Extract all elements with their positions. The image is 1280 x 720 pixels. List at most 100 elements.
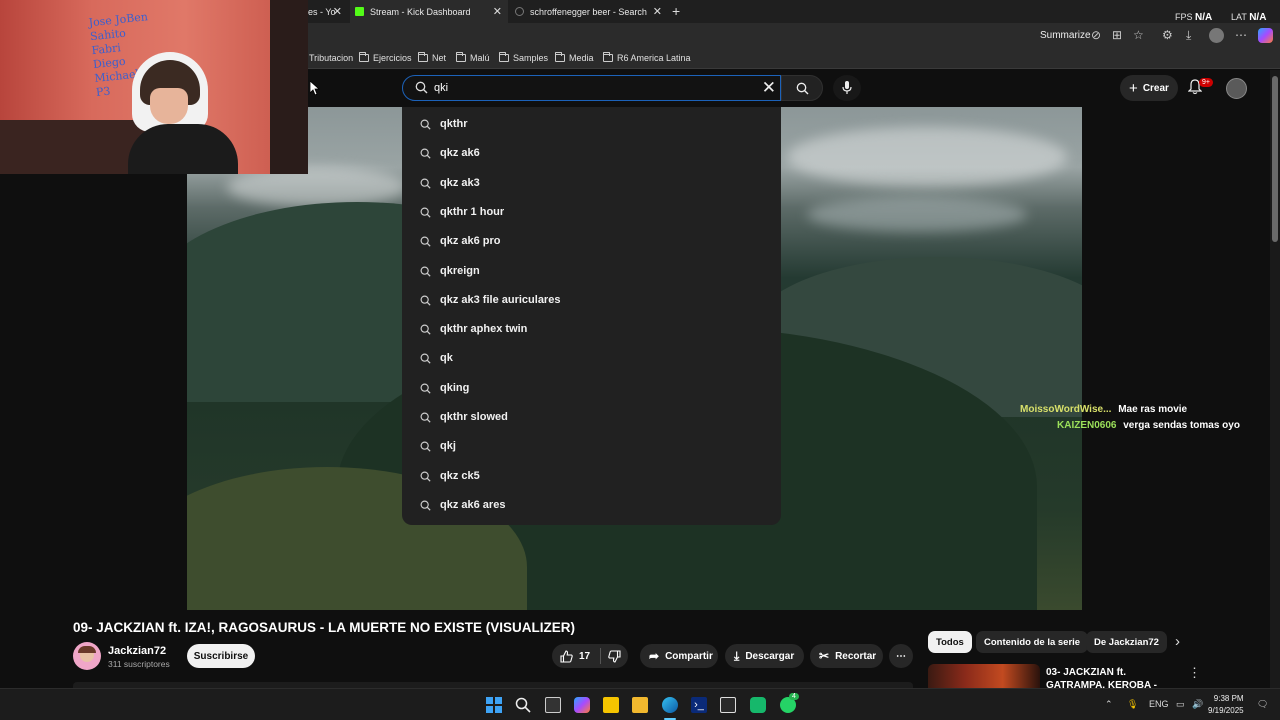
search-suggestion-item[interactable]: qkz ak6 pro <box>402 226 781 255</box>
search-suggestion-item[interactable]: qkthr slowed <box>402 402 781 431</box>
suggestion-text: qk <box>440 352 453 365</box>
chat-text: Mae ras movie <box>1118 404 1188 415</box>
search-suggestion-item[interactable]: qkthr aphex twin <box>402 314 781 343</box>
language-indicator[interactable]: ENG <box>1149 699 1169 709</box>
recommendation-title[interactable]: 03- JACKZIAN ft. GATRAMPA, KEROBA - BILL… <box>1046 666 1176 688</box>
xbox-app-icon[interactable] <box>750 697 766 713</box>
search-suggestion-item[interactable]: qkz ak6 ares <box>402 490 781 519</box>
search-icon <box>420 353 431 364</box>
browser-tab-kick[interactable]: Stream - Kick Dashboard ✕ <box>350 0 508 23</box>
windows-taskbar: ›_ 4 ⌃ 🎙 ENG ▭ 🔊 9:38 PM 9/19/2025 🗨 <box>0 688 1280 720</box>
network-icon[interactable]: ▭ <box>1176 699 1185 710</box>
thumbs-up-icon <box>560 649 573 663</box>
clear-search-icon[interactable]: ✕ <box>762 78 776 98</box>
webcam-overlay: Jose JoBen Sahito Fabri Diego Michael P3 <box>0 0 308 174</box>
browser-tab-youtube[interactable]: es - Yo ✕ <box>308 0 348 23</box>
powershell-icon[interactable]: ›_ <box>691 697 707 713</box>
download-icon[interactable]: ⤓ <box>1186 28 1191 43</box>
bookmark-ejercicios[interactable]: Ejercicios <box>359 52 412 63</box>
bookmark-r6-america-latina[interactable]: R6 America Latina <box>603 52 691 63</box>
task-view-icon[interactable] <box>545 697 561 713</box>
search-suggestion-item[interactable]: qkthr 1 hour <box>402 197 781 226</box>
subscribe-button[interactable]: Suscribirse <box>187 644 255 668</box>
search-icon <box>420 207 431 218</box>
new-tab-icon[interactable]: + <box>672 3 680 19</box>
plus-icon: + <box>1129 79 1138 97</box>
tab-close-icon[interactable]: ✕ <box>493 5 502 18</box>
search-suggestion-item[interactable]: qkthr <box>402 109 781 138</box>
chat-username: KAIZEN0606 <box>1057 420 1117 431</box>
copilot-icon[interactable]: ⊘ <box>1091 28 1101 42</box>
scrollbar-thumb[interactable] <box>1272 76 1278 242</box>
folder-icon <box>555 52 565 62</box>
person-body <box>128 124 238 174</box>
thumbs-down-icon <box>608 649 621 663</box>
search-suggestion-item[interactable]: qkz ak3 <box>402 168 781 197</box>
taskbar-search-icon[interactable] <box>515 697 531 713</box>
tab-close-icon[interactable]: ✕ <box>333 5 342 18</box>
video-title: 09- JACKZIAN ft. IZA!, RAGOSAURUS - LA M… <box>73 620 576 635</box>
channel-name[interactable]: Jackzian72 <box>108 645 166 657</box>
download-icon: ⤓ <box>734 648 740 663</box>
share-button[interactable]: ➦ Compartir <box>640 644 718 668</box>
account-avatar[interactable] <box>1226 78 1247 99</box>
search-icon <box>420 383 431 394</box>
search-suggestion-item[interactable]: qkz ak3 file auriculares <box>402 285 781 314</box>
more-vertical-icon[interactable]: ⋮ <box>1188 665 1201 681</box>
chip-all[interactable]: Todos <box>928 631 972 653</box>
search-suggestion-item[interactable]: qkreign <box>402 256 781 285</box>
edge-browser-icon[interactable] <box>662 697 678 713</box>
microphone-tray-icon[interactable]: 🎙 <box>1127 699 1138 710</box>
more-actions-button[interactable]: ⋯ <box>889 644 913 668</box>
subscriber-count: 311 suscriptores <box>108 659 170 669</box>
profile-icon[interactable] <box>1209 28 1224 43</box>
bookmark-samples[interactable]: Samples <box>499 52 548 63</box>
channel-avatar[interactable] <box>73 642 101 670</box>
download-button[interactable]: ⤓ Descargar <box>725 644 804 668</box>
search-suggestion-item[interactable]: qkz ak6 <box>402 138 781 167</box>
suggestion-text: qkz ak3 file auriculares <box>440 293 561 306</box>
recommendation-thumbnail[interactable] <box>928 664 1040 688</box>
copilot-logo-icon[interactable] <box>1258 28 1273 43</box>
browser-tab-search[interactable]: schroffenegger beer - Search ✕ <box>510 0 668 23</box>
like-button[interactable]: 17 <box>552 644 600 668</box>
obs-studio-icon[interactable] <box>720 697 736 713</box>
search-button[interactable] <box>781 75 823 101</box>
bookmark-net[interactable]: Net <box>418 52 446 63</box>
chip-from-channel[interactable]: De Jackzian72 <box>1086 631 1167 653</box>
like-dislike-group: 17 <box>552 644 628 668</box>
bookmark-media[interactable]: Media <box>555 52 594 63</box>
chip-series[interactable]: Contenido de la serie <box>976 631 1089 653</box>
windows-start-icon[interactable] <box>486 697 502 713</box>
webcam-shadow <box>270 0 308 174</box>
tray-overflow-icon[interactable]: ⌃ <box>1105 699 1113 710</box>
more-menu-icon[interactable]: ⋯ <box>1235 28 1247 42</box>
favorite-star-icon[interactable]: ☆ <box>1133 28 1144 42</box>
search-suggestion-item[interactable]: qking <box>402 373 781 402</box>
search-suggestion-item[interactable]: qkj <box>402 431 781 460</box>
fps-readout: FPS N/A <box>1175 12 1213 23</box>
search-suggestion-item[interactable]: qk <box>402 343 781 372</box>
bookmark-tributacion[interactable]: Tributacion <box>309 53 353 63</box>
system-clock[interactable]: 9:38 PM 9/19/2025 <box>1208 693 1244 717</box>
summarize-button[interactable]: Summarize <box>1040 30 1091 41</box>
page-scrollbar[interactable] <box>1270 70 1280 688</box>
chevron-right-icon[interactable]: › <box>1175 633 1180 650</box>
extensions-icon[interactable]: ⚙ <box>1162 28 1173 42</box>
search-input[interactable]: qki ✕ <box>402 75 781 101</box>
sticky-notes-icon[interactable] <box>603 697 619 713</box>
volume-icon[interactable]: 🔊 <box>1192 699 1203 710</box>
suggestion-text: qkreign <box>440 264 480 277</box>
dislike-button[interactable] <box>601 644 628 668</box>
copilot-app-icon[interactable] <box>574 697 590 713</box>
clip-button[interactable]: ✂ Recortar <box>810 644 883 668</box>
create-button[interactable]: + Crear <box>1120 75 1178 101</box>
search-suggestion-item[interactable]: qkz ck5 <box>402 461 781 490</box>
reading-view-icon[interactable]: ⊞ <box>1112 28 1122 42</box>
tab-close-icon[interactable]: ✕ <box>653 5 662 18</box>
notification-center-icon[interactable]: 🗨 <box>1257 699 1268 710</box>
bookmark-malu[interactable]: Malú <box>456 52 490 63</box>
voice-search-button[interactable] <box>833 75 861 101</box>
file-explorer-icon[interactable] <box>632 697 648 713</box>
mouse-cursor-icon <box>310 81 320 95</box>
